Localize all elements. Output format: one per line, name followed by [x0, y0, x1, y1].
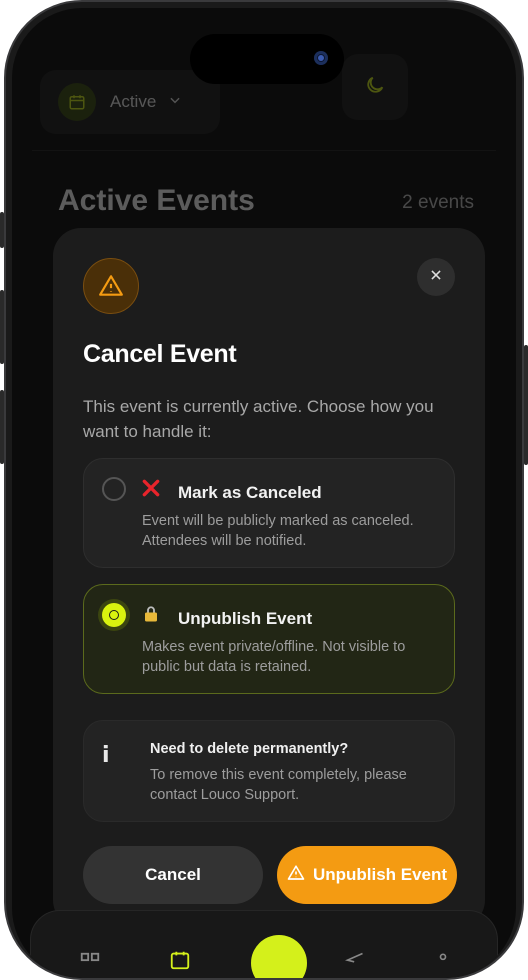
close-icon: [429, 268, 443, 287]
add-button[interactable]: [251, 935, 307, 978]
phone-side-button: [0, 212, 4, 248]
lock-icon: [140, 603, 162, 625]
option-mark-canceled[interactable]: Mark as Canceled Event will be publicly …: [83, 458, 455, 568]
screen: Active Active Events 2 events Cancel Eve…: [12, 8, 516, 978]
volume-down-button: [0, 390, 4, 464]
info-icon: i: [102, 743, 110, 768]
cancel-event-modal: Cancel Event This event is currently act…: [53, 228, 485, 928]
red-x-icon: [140, 477, 162, 499]
send-icon[interactable]: [344, 951, 365, 976]
info-description: To remove this event completely, please …: [150, 767, 407, 803]
radio-button-selected[interactable]: [102, 603, 126, 627]
bottom-nav: [30, 910, 498, 978]
info-title: Need to delete permanently?: [150, 741, 349, 757]
moon-icon: [364, 74, 386, 101]
option-description: Makes event private/offline. Not visible…: [142, 639, 406, 675]
option-unpublish[interactable]: Unpublish Event Makes event private/offl…: [83, 584, 455, 694]
close-button[interactable]: [417, 258, 455, 296]
theme-toggle-button[interactable]: [342, 54, 408, 120]
event-count: 2 events: [402, 192, 474, 213]
phone-frame: Active Active Events 2 events Cancel Eve…: [4, 0, 524, 980]
status-filter-dropdown[interactable]: Active: [40, 70, 220, 134]
volume-up-button: [0, 290, 4, 364]
warning-icon: [287, 864, 305, 887]
option-title: Unpublish Event: [178, 609, 313, 628]
power-button: [524, 345, 528, 465]
chevron-down-icon: [168, 93, 182, 112]
option-title: Mark as Canceled: [178, 483, 322, 502]
dynamic-island: [190, 34, 344, 84]
camera-icon: [314, 51, 328, 65]
modal-description: This event is currently active. Choose h…: [83, 397, 434, 441]
profile-icon[interactable]: [433, 951, 453, 976]
grid-icon[interactable]: [79, 951, 101, 978]
calendar-icon[interactable]: [169, 949, 191, 976]
unpublish-button-label: Unpublish Event: [312, 865, 448, 884]
warning-icon: [83, 258, 139, 314]
page-title: Active Events: [58, 184, 255, 217]
unpublish-event-button[interactable]: Unpublish Event: [277, 846, 457, 904]
header-divider: [32, 150, 496, 151]
cancel-button[interactable]: Cancel: [83, 846, 263, 904]
modal-title: Cancel Event: [83, 340, 237, 368]
calendar-icon: [58, 83, 96, 121]
info-box: i Need to delete permanently? To remove …: [83, 720, 455, 822]
status-filter-label: Active: [110, 92, 157, 111]
option-description: Event will be publicly marked as cancele…: [142, 513, 414, 549]
radio-button[interactable]: [102, 477, 126, 501]
